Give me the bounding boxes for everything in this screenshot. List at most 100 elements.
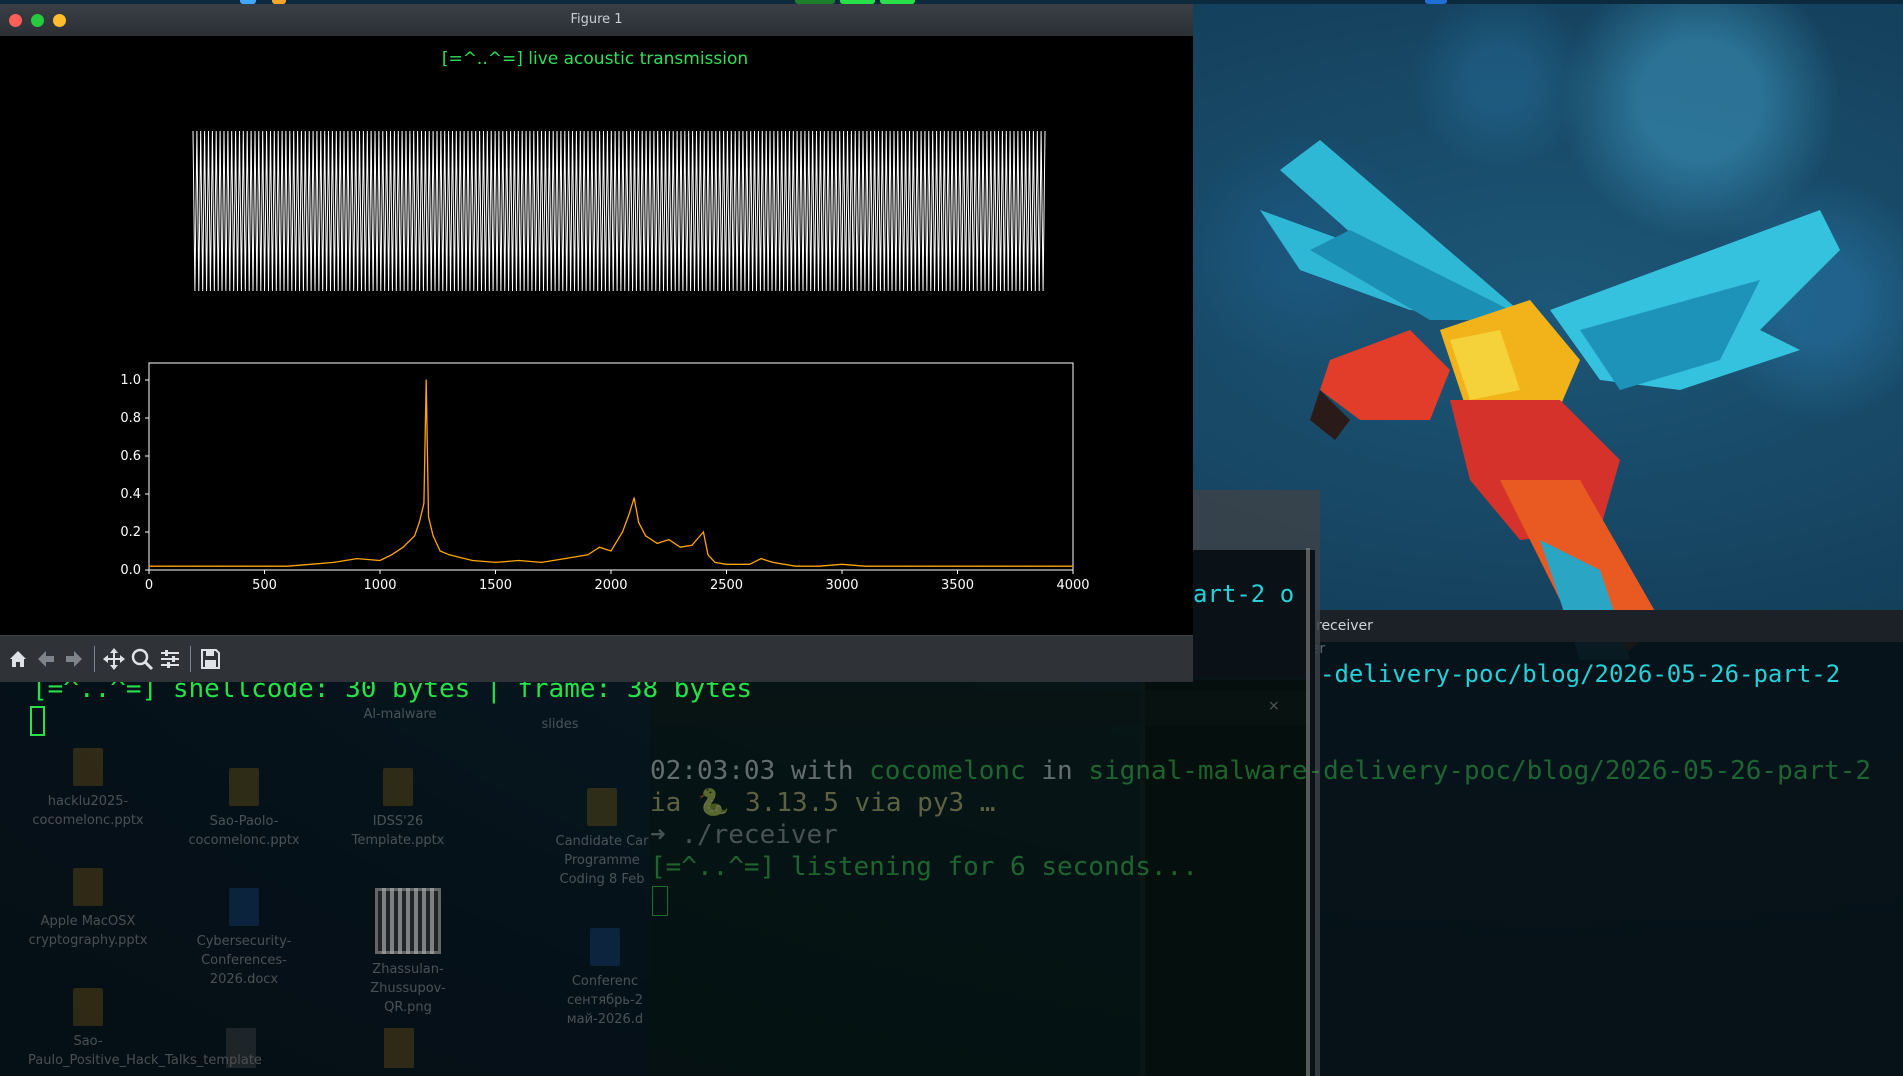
x-tick-label: 4000 [1056,578,1089,593]
spectrum-data-point [1072,565,1074,567]
spectrum-data-point [217,565,219,567]
figure-toolbar [0,635,1193,682]
y-tick-label: 0.0 [120,563,141,578]
spectrum-data-point [795,565,797,567]
y-tick-label: 0.6 [120,449,141,464]
x-tick-label: 1500 [479,578,512,593]
spectrum-data-point [633,497,635,499]
spectrum-data-point [541,561,543,564]
close-tab-icon[interactable]: × [1268,698,1280,714]
spectrum-data-point [702,531,705,533]
terminal-cursor [30,706,45,736]
spectrum-data-point [841,563,843,565]
toolbar-separator [190,646,191,672]
spectrum-data-point [423,502,425,505]
y-tick-label: 0.2 [120,525,141,540]
spectrum-data-point [621,531,624,533]
command-line: ➜ ./receiver [650,820,838,850]
spectrum-data-point [494,561,497,564]
spectrum-data-point [725,563,728,565]
spectrum-data-point [333,561,335,564]
figure-titlebar[interactable]: Figure 1 [0,4,1193,36]
spectrum-data-point [656,542,658,544]
prompt-in: in [1025,756,1089,786]
x-axis-ticks: 0 500 1000 1500 2000 2500 3000 3500 4000 [145,570,1090,593]
spectrum-data-point [310,563,312,565]
spectrum-data-point [933,565,936,567]
spectrum-data-point [645,535,647,537]
spectrum-data-point [910,565,912,567]
prompt-user: cocomelonc [869,756,1026,786]
prompt-line: 02:03:03 with cocomelonc in signal-malwa… [650,756,1871,786]
spectrum-data-point [402,546,404,548]
spectrum-data-point [707,554,709,556]
spectrum-series-line [149,379,1073,567]
figure-window[interactable]: Figure 1 [=^..^=] live acoustic transmis… [0,4,1193,682]
spectrum-data-point [587,554,589,556]
prompt-python-version: ia 🐍 3.13.5 via py3 … [650,788,996,818]
spectrum-data-point [414,535,416,537]
configure-subplots-icon[interactable] [156,645,184,673]
spectrum-data-point [1049,565,1051,567]
y-tick-label: 0.8 [120,411,141,426]
plot-title: [=^..^=] live acoustic transmission [442,49,748,69]
x-tick-label: 2500 [710,578,743,593]
waveform-line [192,130,1046,292]
terminal-scrollbar[interactable] [1306,548,1310,1076]
spectrum-data-point [956,565,959,567]
spectrum-data-point [263,565,266,567]
spectrum-data-point [818,565,820,567]
spectrum-data-point [240,565,242,567]
spectrum-data-point [772,561,774,564]
zoom-icon[interactable] [128,645,156,673]
waveform-plot [192,130,1046,292]
spectrum-data-point [980,565,982,567]
output-line: [=^..^=] listening for 6 seconds... [650,852,1198,882]
spectrum-data-point [432,535,434,537]
spectrum-axes-frame [148,362,1074,571]
spectrum-data-point [628,512,631,514]
spectrum-data-point [194,565,196,567]
shellcode-terminal-window[interactable] [0,676,650,1076]
spectrum-data-point [518,559,520,562]
figure-window-title: Figure 1 [570,12,623,27]
back-arrow-icon[interactable] [32,645,60,673]
spectrum-data-point [749,563,751,565]
prompt-with: with [775,756,870,786]
spectrum-data-point [564,558,566,560]
spectrum-data-point [171,565,173,567]
terminal-cursor [652,886,668,916]
spectrum-data-point [471,559,473,562]
y-tick-label: 1.0 [120,373,141,388]
spectrum-data-point [638,521,640,524]
spectrum-data-point [287,565,289,567]
spectrum-data-point [668,539,670,541]
spectrum-plot: 0 500 1000 1500 2000 2500 3000 3500 4000 0.00.20… [120,362,1090,593]
pan-icon[interactable] [100,645,128,673]
x-tick-label: 500 [252,578,277,593]
y-axis-ticks: 0.0 0.2 0.4 0.6 0.8 1.0 [120,373,149,578]
spectrum-data-point [887,565,889,567]
spectrum-data-point [1003,565,1005,567]
spectrum-data-point [598,546,601,548]
x-tick-label: 0 [145,578,153,593]
figure-canvas[interactable]: [=^..^=] live acoustic transmission 0 500… [0,36,1193,635]
spectrum-data-point [714,561,716,564]
x-tick-label: 1000 [363,578,396,593]
spectrum-data-point [448,554,450,556]
receiver-terminal-path-text: -delivery-poc/blog/2026-05-26-part-2 [1320,660,1841,688]
spectrum-data-point [418,521,420,524]
part-text-fragment: art-2 o [1193,580,1295,608]
spectrum-data-point [427,516,430,518]
forward-arrow-icon[interactable] [60,645,88,673]
spectrum-data-point [439,550,441,552]
spectrum-data-point [356,558,358,560]
toolbar-separator [94,646,95,672]
save-icon[interactable] [196,645,224,673]
spectrum-data-point [679,546,681,548]
home-icon[interactable] [4,645,32,673]
spectrum-data-point [148,565,150,567]
spectrum-data-point [391,554,393,556]
prompt-path: signal-malware-delivery-poc/blog/2026-05… [1088,756,1871,786]
y-tick-label: 0.4 [120,487,141,502]
